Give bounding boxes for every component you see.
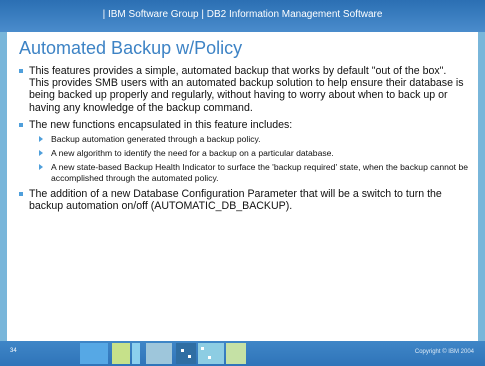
- decorative-tile-4: [146, 343, 172, 364]
- header-separator-left: |: [102, 9, 106, 20]
- decorative-tile-1: [80, 343, 108, 364]
- decorative-tile-2: [112, 343, 130, 364]
- header-separator: |: [201, 9, 204, 20]
- square-bullet-icon: [19, 191, 23, 196]
- page-number: 34: [10, 348, 17, 354]
- bullet-text-1: This features provides a simple, automat…: [29, 65, 464, 114]
- sub-bullet-list: Backup automation generated through a ba…: [29, 134, 469, 183]
- decorative-image-strip: [80, 343, 250, 364]
- slide-footer: 34 Copyright © IBM 2004: [0, 341, 485, 366]
- triangle-bullet-icon: [39, 150, 43, 157]
- bullet-item-3: The addition of a new Database Configura…: [19, 188, 469, 212]
- sub-bullet-item-3: A new state-based Backup Health Indicato…: [29, 162, 469, 183]
- decorative-tile-7: [226, 343, 246, 364]
- decorative-dot: [188, 355, 191, 358]
- bullet-text-3: The addition of a new Database Configura…: [29, 187, 442, 213]
- slide-content: This features provides a simple, automat…: [19, 65, 469, 217]
- header-text: | IBM Software Group | DB2 Information M…: [0, 8, 485, 22]
- copyright-notice: Copyright © IBM 2004: [414, 349, 474, 355]
- sub-bullet-text-3: A new state-based Backup Health Indicato…: [51, 162, 468, 183]
- slide-header: | IBM Software Group | DB2 Information M…: [0, 0, 485, 32]
- header-division: DB2 Information Management Software: [206, 9, 383, 20]
- sub-bullet-text-1: Backup automation generated through a ba…: [51, 134, 261, 145]
- sub-bullet-text-2: A new algorithm to identify the need for…: [51, 148, 334, 159]
- square-bullet-icon: [19, 69, 23, 73]
- bullet-item-1: This features provides a simple, automat…: [19, 65, 469, 114]
- decorative-dot: [181, 349, 184, 352]
- decorative-tile-3: [132, 343, 140, 364]
- left-frame-border: [0, 0, 7, 366]
- sub-bullet-item-1: Backup automation generated through a ba…: [29, 134, 469, 144]
- decorative-dot: [201, 347, 204, 350]
- slide-title: Automated Backup w/Policy: [19, 38, 243, 58]
- bullet-text-2: The new functions encapsulated in this f…: [29, 118, 293, 131]
- sub-bullet-item-2: A new algorithm to identify the need for…: [29, 148, 469, 158]
- header-company-group: IBM Software Group: [107, 9, 199, 20]
- square-bullet-icon: [19, 122, 23, 127]
- presentation-slide: | IBM Software Group | DB2 Information M…: [0, 0, 485, 366]
- decorative-dot: [208, 356, 211, 359]
- bullet-item-2: The new functions encapsulated in this f…: [19, 119, 469, 183]
- triangle-bullet-icon: [39, 136, 43, 143]
- decorative-tile-5: [176, 343, 196, 364]
- right-frame-border: [478, 0, 485, 366]
- triangle-bullet-icon: [39, 164, 43, 171]
